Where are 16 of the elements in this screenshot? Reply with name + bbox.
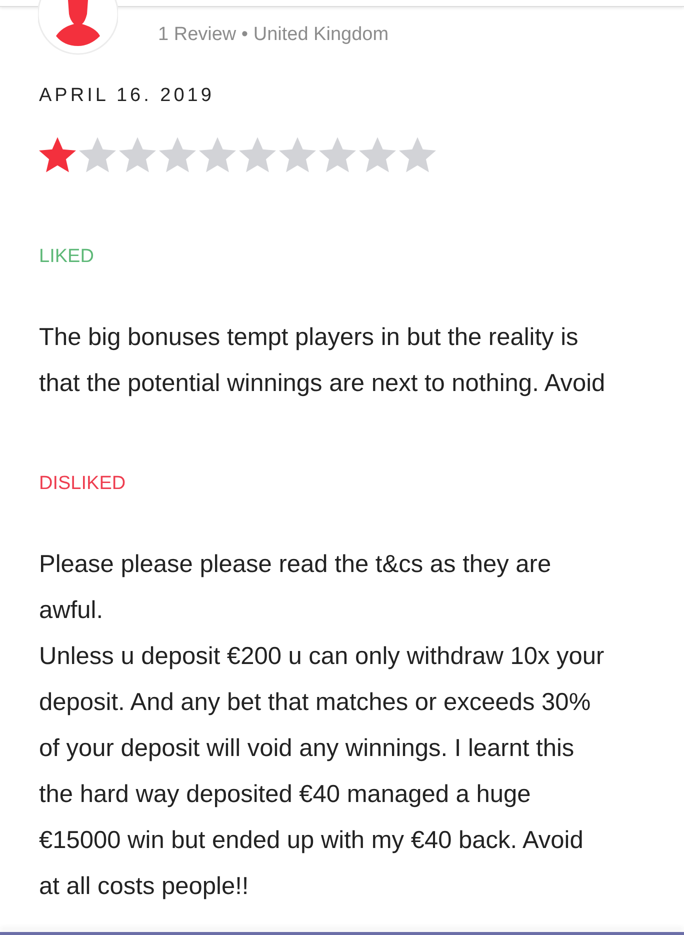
star-icon bbox=[319, 137, 356, 173]
star-icon bbox=[279, 137, 316, 173]
liked-label: LIKED bbox=[39, 246, 95, 268]
disliked-label: DISLIKED bbox=[39, 473, 127, 495]
star-icon bbox=[199, 137, 236, 173]
review-date: APRIL 16. 2019 bbox=[39, 85, 216, 107]
star-icon bbox=[359, 137, 396, 173]
star-icon bbox=[399, 137, 436, 173]
star-icon bbox=[119, 137, 156, 173]
star-icon bbox=[239, 137, 276, 173]
star-icon bbox=[159, 137, 196, 173]
star-icon bbox=[79, 137, 116, 173]
liked-text: The big bonuses tempt players in but the reality is that the potential winnings are next to nothing. Avoid bbox=[39, 323, 606, 399]
disliked-text: Please please please read the t&cs as they are awful. Unless u deposit €200 u can only withdraw 10x your deposit. And any bet that matches or exceeds 30% of your deposit will void any winnings. I learnt this the hard way deposited €40 managed a huge €15000 win but ended up with my €40 back. Avoid at all costs people!! bbox=[39, 550, 606, 902]
reviewer-meta: 1 Review • United Kingdom bbox=[158, 24, 389, 46]
star-icon bbox=[39, 137, 76, 173]
